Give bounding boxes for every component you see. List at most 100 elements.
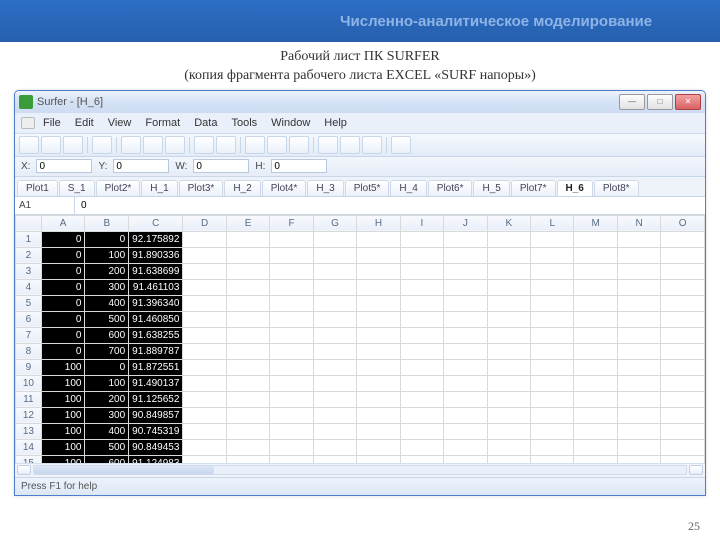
- cell[interactable]: 100: [41, 423, 85, 439]
- cell[interactable]: [531, 247, 574, 263]
- menu-file[interactable]: File: [37, 116, 67, 130]
- cell[interactable]: [661, 423, 705, 439]
- col-header[interactable]: I: [400, 215, 443, 231]
- cell[interactable]: [270, 359, 313, 375]
- cell[interactable]: 100: [41, 391, 85, 407]
- tool-copy-icon[interactable]: [143, 136, 163, 154]
- cell[interactable]: 0: [41, 279, 85, 295]
- cell[interactable]: [400, 311, 443, 327]
- cell[interactable]: [226, 391, 269, 407]
- worksheet-tab[interactable]: H_2: [224, 180, 260, 196]
- cell[interactable]: [661, 359, 705, 375]
- cell[interactable]: 92.175892: [129, 231, 183, 247]
- cell[interactable]: [617, 343, 660, 359]
- worksheet-tab[interactable]: H_5: [473, 180, 509, 196]
- cell[interactable]: 91.125652: [129, 391, 183, 407]
- cell[interactable]: [270, 279, 313, 295]
- cell[interactable]: [270, 439, 313, 455]
- cell[interactable]: [400, 359, 443, 375]
- cell[interactable]: [574, 327, 617, 343]
- cell[interactable]: [574, 247, 617, 263]
- cell[interactable]: [574, 295, 617, 311]
- cell[interactable]: [357, 279, 400, 295]
- cell[interactable]: [574, 343, 617, 359]
- cell[interactable]: [444, 455, 487, 463]
- worksheet-tab[interactable]: Plot8*: [594, 180, 639, 196]
- cell[interactable]: 100: [41, 455, 85, 463]
- cell[interactable]: [444, 375, 487, 391]
- cell[interactable]: [487, 343, 530, 359]
- cell[interactable]: 91.460850: [129, 311, 183, 327]
- row-header[interactable]: 9: [16, 359, 42, 375]
- cell[interactable]: [270, 407, 313, 423]
- row-header[interactable]: 1: [16, 231, 42, 247]
- col-header[interactable]: G: [313, 215, 356, 231]
- cell[interactable]: 0: [41, 311, 85, 327]
- tool-cut-icon[interactable]: [121, 136, 141, 154]
- cell[interactable]: 0: [41, 247, 85, 263]
- cell[interactable]: [531, 455, 574, 463]
- row-header[interactable]: 4: [16, 279, 42, 295]
- cell[interactable]: [574, 375, 617, 391]
- menu-edit[interactable]: Edit: [69, 116, 100, 130]
- cell[interactable]: [661, 455, 705, 463]
- cell[interactable]: [487, 455, 530, 463]
- tool-redo-icon[interactable]: [216, 136, 236, 154]
- cell[interactable]: [313, 407, 356, 423]
- cell[interactable]: 200: [85, 263, 129, 279]
- cell[interactable]: [487, 295, 530, 311]
- cell[interactable]: 91.124983: [129, 455, 183, 463]
- cell[interactable]: 91.638699: [129, 263, 183, 279]
- cell[interactable]: [487, 423, 530, 439]
- scroll-right-icon[interactable]: [689, 465, 703, 475]
- cell[interactable]: [661, 407, 705, 423]
- cell[interactable]: [313, 247, 356, 263]
- worksheet-tab[interactable]: H_4: [390, 180, 426, 196]
- cell[interactable]: [226, 343, 269, 359]
- worksheet-tab[interactable]: Plot7*: [511, 180, 556, 196]
- tool-a-icon[interactable]: [318, 136, 338, 154]
- coord-x-input[interactable]: [36, 159, 92, 173]
- tool-b-icon[interactable]: [340, 136, 360, 154]
- cell[interactable]: [617, 295, 660, 311]
- col-header[interactable]: L: [531, 215, 574, 231]
- cell[interactable]: [270, 247, 313, 263]
- cell[interactable]: [531, 439, 574, 455]
- cell[interactable]: 90.745319: [129, 423, 183, 439]
- worksheet[interactable]: ABCDEFGHIJKLMNO10092.1758922010091.89033…: [15, 215, 705, 463]
- cell[interactable]: 0: [85, 231, 129, 247]
- cell[interactable]: [487, 407, 530, 423]
- cell[interactable]: [400, 391, 443, 407]
- cell[interactable]: [270, 423, 313, 439]
- cell[interactable]: [357, 295, 400, 311]
- cell[interactable]: 300: [85, 279, 129, 295]
- cell[interactable]: [183, 391, 226, 407]
- cell[interactable]: [444, 407, 487, 423]
- cell[interactable]: 100: [85, 247, 129, 263]
- row-header[interactable]: 7: [16, 327, 42, 343]
- cell-address[interactable]: A1: [15, 197, 75, 214]
- cell[interactable]: [444, 311, 487, 327]
- cell[interactable]: [531, 231, 574, 247]
- cell[interactable]: [183, 327, 226, 343]
- row-header[interactable]: 2: [16, 247, 42, 263]
- cell[interactable]: [270, 295, 313, 311]
- col-header[interactable]: M: [574, 215, 617, 231]
- coord-h-input[interactable]: [271, 159, 327, 173]
- tool-save-icon[interactable]: [63, 136, 83, 154]
- cell[interactable]: [487, 279, 530, 295]
- cell[interactable]: [226, 311, 269, 327]
- minimize-button[interactable]: —: [619, 94, 645, 110]
- cell[interactable]: 91.490137: [129, 375, 183, 391]
- worksheet-tab[interactable]: Plot2*: [96, 180, 141, 196]
- cell[interactable]: [617, 311, 660, 327]
- coord-y-input[interactable]: [113, 159, 169, 173]
- cell[interactable]: [183, 231, 226, 247]
- cell[interactable]: [183, 311, 226, 327]
- cell[interactable]: [444, 359, 487, 375]
- row-header[interactable]: 12: [16, 407, 42, 423]
- row-header[interactable]: 11: [16, 391, 42, 407]
- cell[interactable]: [270, 311, 313, 327]
- tool-fit-icon[interactable]: [289, 136, 309, 154]
- cell[interactable]: [270, 375, 313, 391]
